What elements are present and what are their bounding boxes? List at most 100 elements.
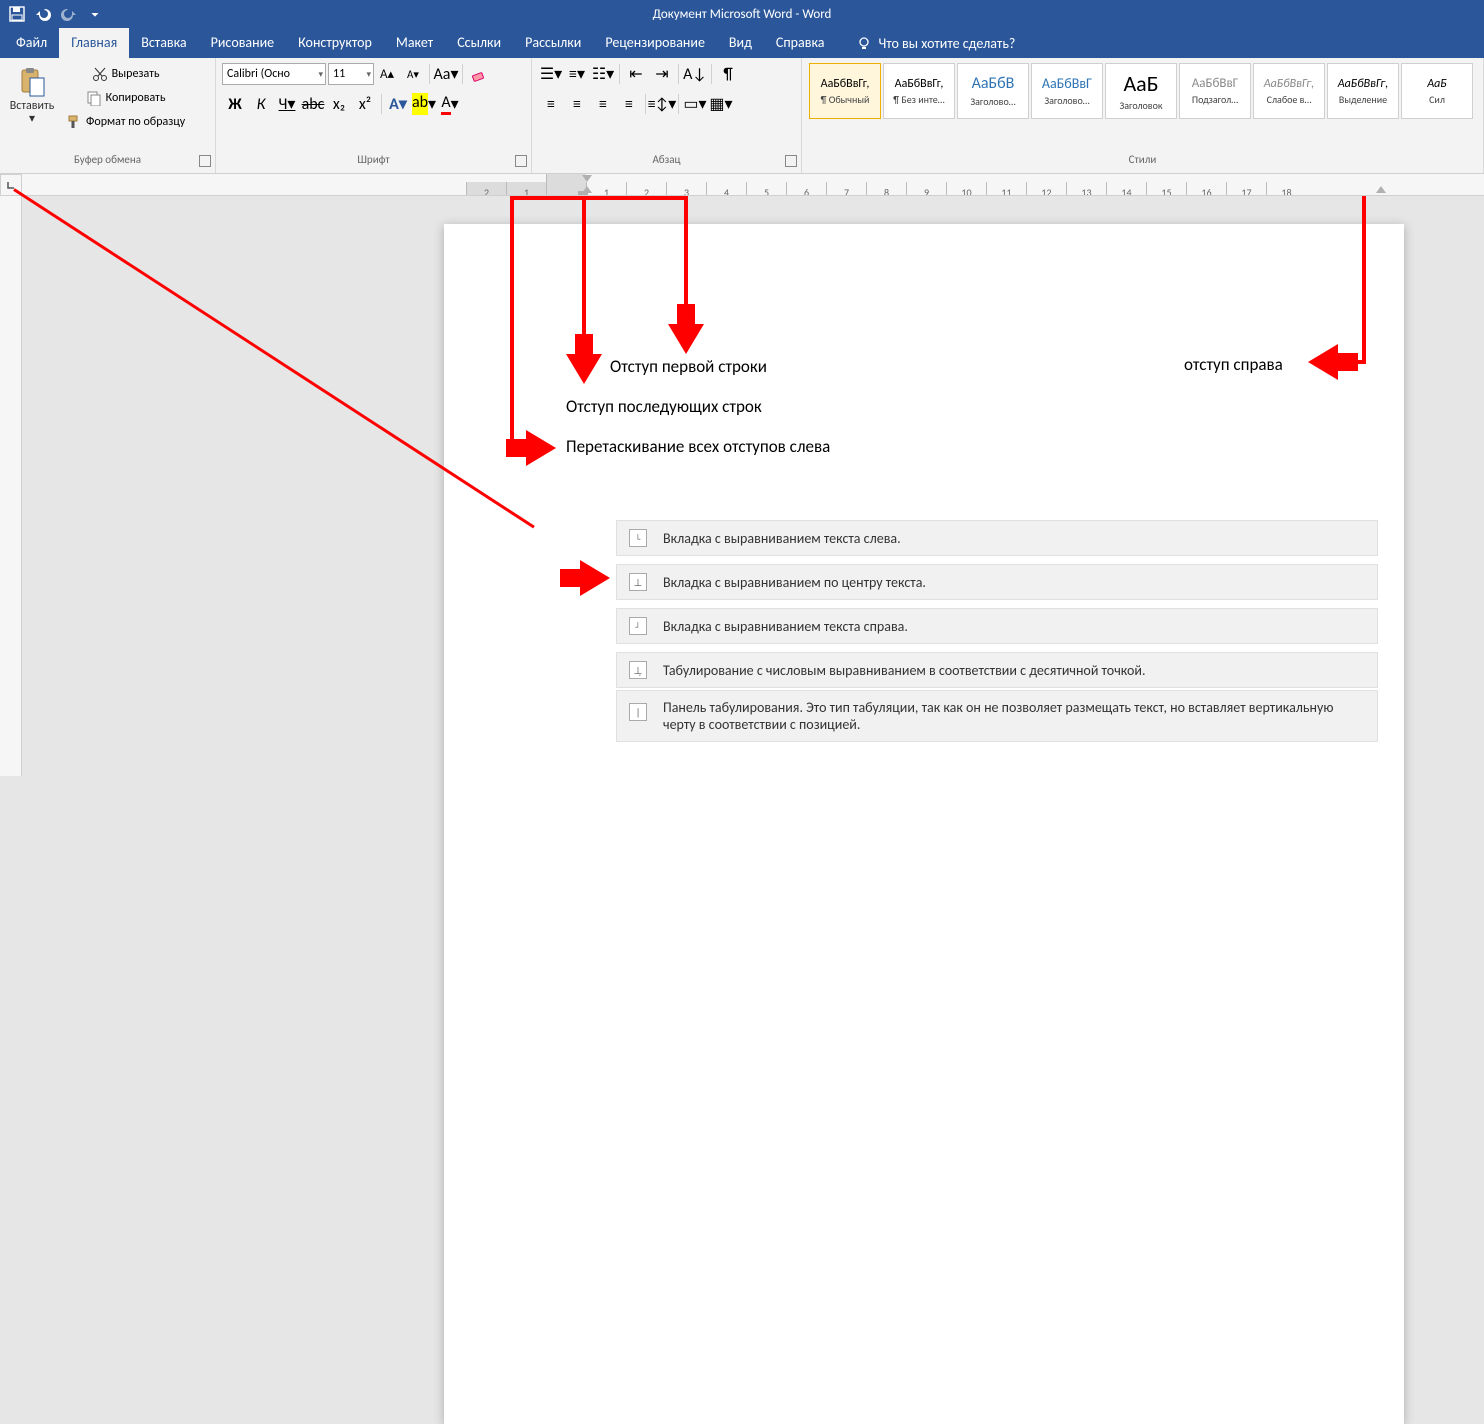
- copy-label: Копировать: [106, 91, 166, 105]
- ruler-tick: 3: [666, 182, 706, 196]
- tab-design[interactable]: Конструктор: [286, 28, 384, 58]
- first-line-indent-marker[interactable]: [582, 175, 592, 182]
- annotation-first-line: Отступ первой строки: [610, 356, 767, 377]
- align-left-button[interactable]: ≡: [539, 93, 563, 115]
- styles-gallery[interactable]: АаБбВвГг,¶ ОбычныйАаБбВвГг,¶ Без инте…Аа…: [802, 58, 1483, 153]
- redo-icon[interactable]: [56, 1, 82, 27]
- strike-button[interactable]: abc: [301, 93, 325, 115]
- lightbulb-icon: [856, 36, 872, 52]
- superscript-button[interactable]: x²: [353, 93, 377, 115]
- ruler-tick: 17: [1226, 182, 1266, 196]
- style-sample: АаБбВвГ: [1192, 76, 1239, 91]
- copy-button[interactable]: Копировать: [61, 87, 190, 109]
- tab-help[interactable]: Справка: [764, 28, 837, 58]
- tab-left-text: Вкладка с выравниванием текста слева.: [663, 530, 901, 547]
- clear-format-button[interactable]: [467, 63, 491, 85]
- paintbrush-icon: [66, 114, 82, 130]
- style-name: Заголовок: [1106, 99, 1176, 112]
- align-right-button[interactable]: ≡: [591, 93, 615, 115]
- group-paragraph: ☰▾ ≡▾ ☷▾ ⇤ ⇥ A↓ ¶ ≡ ≡ ≡ ≡ ≡↕▾ ▭▾ ▦▾: [532, 58, 802, 173]
- group-label-font: Шрифт: [216, 153, 531, 173]
- style-item[interactable]: АаБСил: [1401, 63, 1473, 119]
- text-effects-button[interactable]: A▾: [386, 93, 410, 115]
- style-name: Подзагол…: [1180, 93, 1250, 106]
- style-item[interactable]: АаБбВвГг,¶ Без инте…: [883, 63, 955, 119]
- font-name-combo[interactable]: Calibri (Осно: [222, 63, 326, 85]
- tab-layout[interactable]: Макет: [384, 28, 445, 58]
- paragraph-launcher-icon[interactable]: [785, 155, 797, 167]
- arrow-right-icon: [580, 560, 610, 596]
- multilevel-button[interactable]: ☷▾: [591, 63, 615, 85]
- tab-type-decimal: ⊥̣ Табулирование с числовым выравнивание…: [616, 652, 1378, 688]
- qat-customize-icon[interactable]: ⏷: [82, 1, 108, 27]
- bold-button[interactable]: Ж: [223, 93, 247, 115]
- ruler-tick: 8: [866, 182, 906, 196]
- annotation-line: [582, 196, 586, 356]
- align-center-button[interactable]: ≡: [565, 93, 589, 115]
- style-name: Слабое в…: [1254, 93, 1324, 106]
- style-item[interactable]: АаБбВвГг,Выделение: [1327, 63, 1399, 119]
- tab-review[interactable]: Рецензирование: [593, 28, 717, 58]
- tab-references[interactable]: Ссылки: [445, 28, 513, 58]
- copy-icon: [86, 90, 102, 106]
- clipboard-launcher-icon[interactable]: [199, 155, 211, 167]
- tab-insert[interactable]: Вставка: [129, 28, 198, 58]
- italic-button[interactable]: К: [249, 93, 273, 115]
- undo-icon[interactable]: [30, 1, 56, 27]
- sort-button[interactable]: A↓: [683, 63, 707, 85]
- style-name: Выделение: [1328, 93, 1398, 106]
- ruler-tick: 7: [826, 182, 866, 196]
- save-icon[interactable]: [4, 1, 30, 27]
- group-label-styles: Стили: [802, 153, 1483, 173]
- style-item[interactable]: АаБбВвГЗаголово…: [1031, 63, 1103, 119]
- paste-button[interactable]: Вставить▾: [6, 62, 58, 130]
- ruler-tick: 12: [1026, 182, 1066, 196]
- bullets-button[interactable]: ☰▾: [539, 63, 563, 85]
- shading-button[interactable]: ▭▾: [683, 93, 707, 115]
- vertical-ruler[interactable]: [0, 196, 22, 776]
- tab-file[interactable]: Файл: [4, 28, 59, 58]
- tab-draw[interactable]: Рисование: [199, 28, 287, 58]
- style-item[interactable]: АаБбВвГ Подзагол…: [1179, 63, 1251, 119]
- borders-button[interactable]: ▦▾: [709, 93, 733, 115]
- style-item[interactable]: АаБ Заголовок: [1105, 63, 1177, 119]
- tab-decimal-icon: ⊥̣: [629, 661, 647, 679]
- style-item[interactable]: АаБбВвГг,¶ Обычный: [809, 63, 881, 119]
- cut-label: Вырезать: [112, 67, 160, 81]
- increase-indent-button[interactable]: ⇥: [650, 63, 674, 85]
- justify-button[interactable]: ≡: [617, 93, 641, 115]
- ruler-tick: 15: [1146, 182, 1186, 196]
- cut-button[interactable]: Вырезать: [61, 63, 190, 85]
- ruler-tick: 6: [786, 182, 826, 196]
- change-case-button[interactable]: Aa▾: [434, 63, 458, 85]
- tell-me-search[interactable]: Что вы хотите сделать?: [848, 29, 1023, 58]
- arrow-down-icon: [668, 324, 704, 354]
- numbering-button[interactable]: ≡▾: [565, 63, 589, 85]
- font-color-button[interactable]: A▾: [438, 93, 462, 115]
- grow-font-button[interactable]: A▴: [375, 63, 399, 85]
- ruler-tick: 11: [986, 182, 1026, 196]
- tab-mailings[interactable]: Рассылки: [513, 28, 593, 58]
- ruler-tick: 1: [586, 182, 626, 196]
- tab-center-text: Вкладка с выравниванием по центру текста…: [663, 574, 926, 591]
- line-spacing-button[interactable]: ≡↕▾: [650, 93, 674, 115]
- tab-type-left: └ Вкладка с выравниванием текста слева.: [616, 520, 1378, 556]
- style-sample: АаБ: [1123, 70, 1158, 97]
- show-marks-button[interactable]: ¶: [716, 63, 740, 85]
- decrease-indent-button[interactable]: ⇤: [624, 63, 648, 85]
- format-painter-button[interactable]: Формат по образцу: [61, 111, 190, 133]
- font-size-combo[interactable]: 11: [328, 63, 374, 85]
- window-title: Документ Microsoft Word - Word: [0, 7, 1484, 22]
- style-item[interactable]: АаБбВвГг,Слабое в…: [1253, 63, 1325, 119]
- shrink-font-button[interactable]: A▾: [401, 63, 425, 85]
- tab-home[interactable]: Главная: [59, 28, 129, 58]
- underline-button[interactable]: Ч▾: [275, 93, 299, 115]
- subscript-button[interactable]: x₂: [327, 93, 351, 115]
- horizontal-ruler[interactable]: 21123456789101112131415161718: [22, 174, 1484, 196]
- ribbon: Вставить▾ Вырезать Копировать Формат по …: [0, 58, 1484, 174]
- style-item[interactable]: АаБбВЗаголово…: [957, 63, 1029, 119]
- font-launcher-icon[interactable]: [515, 155, 527, 167]
- highlight-button[interactable]: ab▾: [412, 93, 436, 115]
- right-indent-marker[interactable]: [1376, 186, 1386, 193]
- tab-view[interactable]: Вид: [717, 28, 764, 58]
